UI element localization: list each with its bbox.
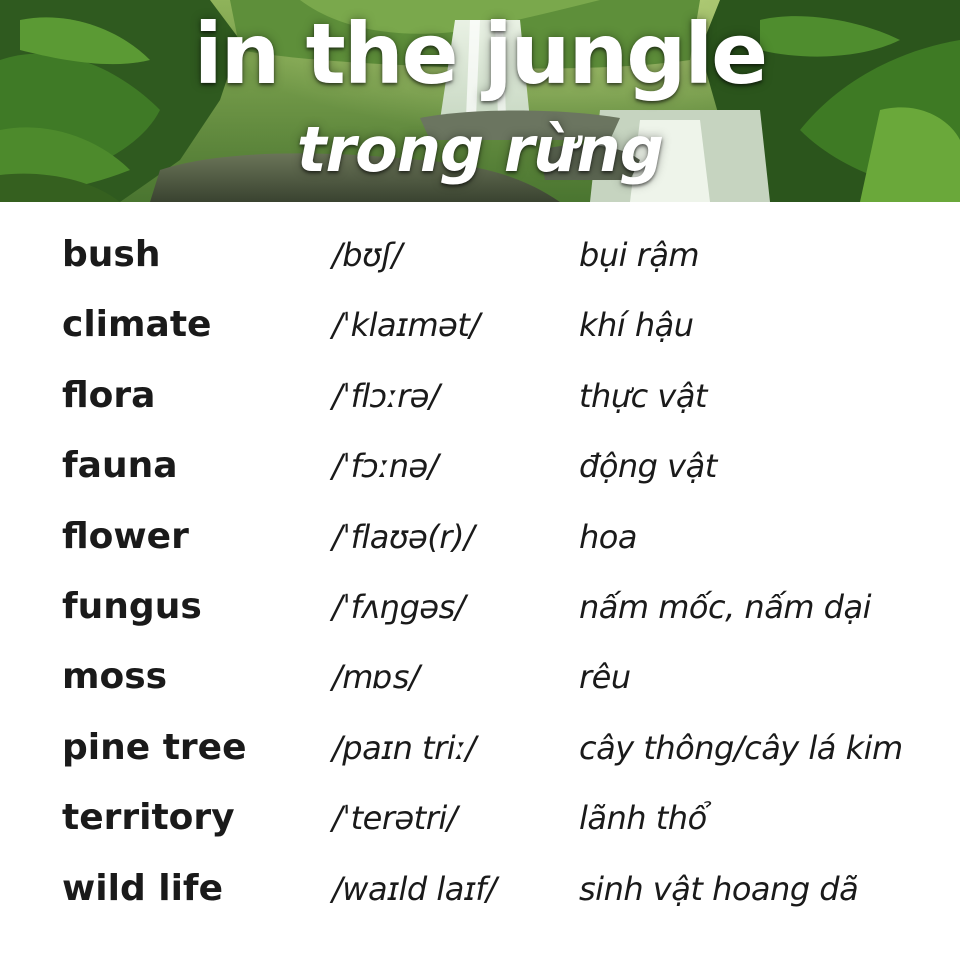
vocab-row: moss /mɒs/ rêu — [0, 642, 960, 712]
vocab-word: fauna — [62, 445, 178, 487]
vocab-meaning: cây thông/cây lá kim — [579, 728, 903, 767]
page-title: in the jungle — [193, 5, 768, 103]
vocab-row: climate /ˈklaɪmət/ khí hậu — [0, 290, 960, 360]
vocab-row: fungus /ˈfʌŋgəs/ nấm mốc, nấm dại — [0, 572, 960, 642]
vocab-row: wild life /waɪld laɪf/ sinh vật hoang dã — [0, 854, 960, 924]
vocab-ipa: /ˈfʌŋgəs/ — [332, 587, 466, 626]
vocab-ipa: /ˈterətri/ — [332, 799, 458, 838]
page-subtitle: trong rừng — [296, 113, 664, 186]
vocab-ipa: /waɪld laɪf/ — [332, 869, 497, 908]
vocab-meaning: hoa — [579, 517, 637, 556]
vocabulary-card: in the jungle trong rừng bush /bʊʃ/ bụi … — [0, 0, 960, 960]
vocab-meaning: lãnh thổ — [579, 799, 707, 838]
vocab-word: moss — [62, 656, 168, 698]
vocab-ipa: /ˈklaɪmət/ — [332, 306, 480, 345]
vocab-ipa: /paɪn triː/ — [332, 728, 476, 767]
vocab-meaning: khí hậu — [579, 306, 694, 345]
vocab-meaning: sinh vật hoang dã — [579, 869, 859, 908]
vocab-ipa: /ˈfɔːnə/ — [332, 447, 438, 486]
vocab-meaning: thực vật — [579, 376, 707, 415]
vocab-row: flower /ˈflaʊə(r)/ hoa — [0, 502, 960, 572]
vocab-word: pine tree — [62, 726, 247, 768]
vocab-meaning: động vật — [579, 447, 717, 486]
vocab-meaning: nấm mốc, nấm dại — [579, 587, 871, 626]
vocab-word: climate — [62, 304, 212, 346]
vocab-row: territory /ˈterətri/ lãnh thổ — [0, 783, 960, 853]
vocab-word: territory — [62, 797, 235, 839]
vocab-row: bush /bʊʃ/ bụi rậm — [0, 220, 960, 290]
vocab-row: flora /ˈflɔːrə/ thực vật — [0, 361, 960, 431]
vocab-ipa: /mɒs/ — [332, 658, 420, 697]
vocab-ipa: /bʊʃ/ — [332, 236, 402, 274]
vocab-word: flora — [62, 374, 156, 416]
vocab-word: wild life — [62, 867, 223, 909]
vocab-ipa: /ˈflɔːrə/ — [332, 376, 440, 415]
vocab-word: fungus — [62, 585, 202, 627]
vocab-ipa: /ˈflaʊə(r)/ — [332, 517, 475, 556]
header-banner: in the jungle trong rừng — [0, 0, 960, 202]
vocab-word: bush — [62, 234, 161, 275]
vocab-row: pine tree /paɪn triː/ cây thông/cây lá k… — [0, 713, 960, 783]
vocab-meaning: rêu — [579, 658, 631, 697]
vocab-meaning: bụi rậm — [579, 236, 700, 274]
vocab-row: fauna /ˈfɔːnə/ động vật — [0, 431, 960, 501]
vocabulary-list: bush /bʊʃ/ bụi rậm climate /ˈklaɪmət/ kh… — [0, 220, 960, 924]
vocab-word: flower — [62, 515, 189, 557]
